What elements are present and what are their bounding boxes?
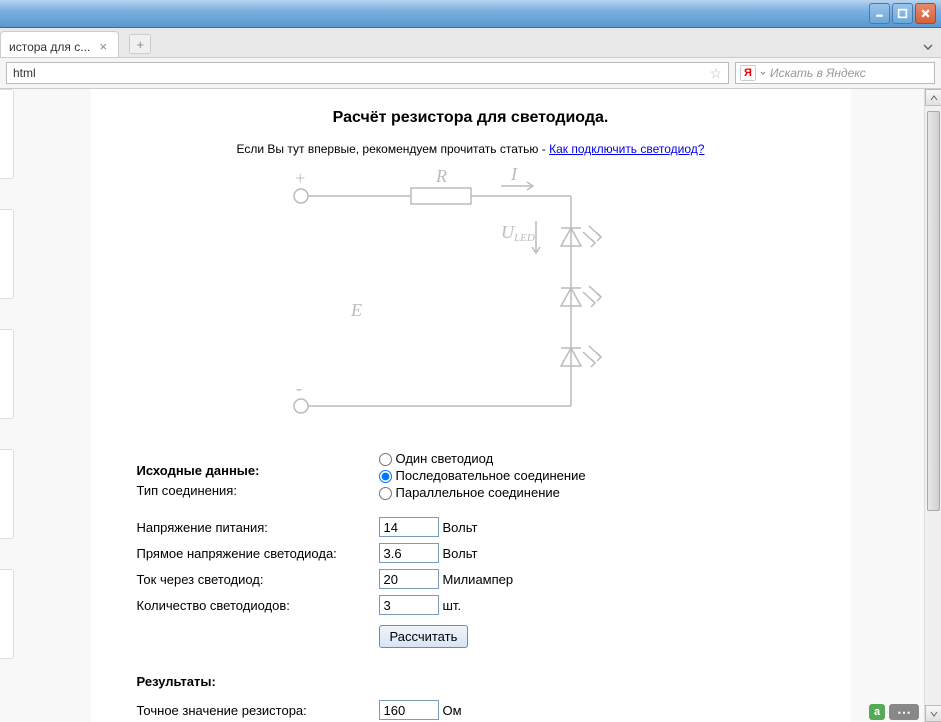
sidebar-stubs	[0, 89, 14, 722]
url-text: html	[13, 66, 709, 80]
yandex-icon: Я	[740, 65, 756, 81]
page-content: Расчёт резистора для светодиода. Если Вы…	[91, 89, 851, 722]
forward-voltage-unit: Вольт	[443, 546, 478, 561]
scroll-up-icon[interactable]	[925, 89, 941, 106]
url-input[interactable]: html ☆	[6, 62, 729, 84]
window-titlebar	[0, 0, 941, 28]
supply-voltage-unit: Вольт	[443, 520, 478, 535]
browser-tab[interactable]: истора для с... ×	[0, 31, 119, 57]
svg-text:E: E	[350, 300, 362, 320]
calculate-button[interactable]: Рассчитать	[379, 625, 469, 648]
scroll-down-icon[interactable]	[925, 705, 941, 722]
count-unit: шт.	[443, 598, 462, 613]
current-unit: Милиампер	[443, 572, 514, 587]
radio-series[interactable]: Последовательное соединение	[379, 467, 805, 484]
vertical-scrollbar[interactable]	[924, 89, 941, 722]
count-input[interactable]	[379, 595, 439, 615]
forward-voltage-input[interactable]	[379, 543, 439, 563]
window-controls	[869, 3, 936, 24]
forward-voltage-label: Прямое напряжение светодиода:	[133, 541, 373, 565]
page-title: Расчёт резистора для светодиода.	[131, 109, 811, 127]
intro-text: Если Вы тут впервые, рекомендуем прочита…	[131, 142, 811, 156]
tab-title: истора для с...	[9, 40, 90, 54]
radio-parallel[interactable]: Параллельное соединение	[379, 484, 805, 501]
intro-link[interactable]: Как подключить светодиод?	[549, 142, 704, 156]
form-table: Исходные данные: Тип соединения: Один св…	[131, 446, 811, 722]
svg-text:-: -	[296, 378, 302, 398]
content-area: Расчёт резистора для светодиода. Если Вы…	[0, 89, 941, 722]
exact-r-label: Точное значение резистора:	[133, 698, 373, 722]
current-label: Ток через светодиод:	[133, 567, 373, 591]
svg-text:R: R	[435, 166, 447, 186]
section-results-title: Результаты:	[137, 674, 369, 689]
search-dropdown-icon[interactable]	[760, 68, 766, 78]
count-label: Количество светодиодов:	[133, 593, 373, 617]
exact-r-output[interactable]	[379, 700, 439, 720]
supply-voltage-input[interactable]	[379, 517, 439, 537]
bookmark-star-icon[interactable]: ☆	[709, 65, 722, 82]
statusbar: a ⋯	[865, 702, 923, 722]
connection-radio-group: Один светодиод Последовательное соединен…	[379, 450, 805, 501]
connection-type-label: Тип соединения:	[137, 483, 237, 498]
radio-single[interactable]: Один светодиод	[379, 450, 805, 467]
browser-chrome: истора для с... × + html ☆ Я Искать в Ян…	[0, 28, 941, 89]
svg-text:I: I	[510, 166, 518, 184]
close-button[interactable]	[915, 3, 936, 24]
address-bar: html ☆ Я Искать в Яндекс	[0, 58, 941, 88]
search-placeholder: Искать в Яндекс	[770, 66, 866, 80]
scroll-thumb[interactable]	[927, 111, 940, 511]
circuit-diagram: + - R I E ULED	[251, 166, 691, 426]
tab-bar: истора для с... × +	[0, 28, 941, 58]
status-icon-green[interactable]: a	[869, 704, 885, 720]
maximize-button[interactable]	[892, 3, 913, 24]
exact-r-unit: Ом	[443, 703, 462, 718]
minimize-button[interactable]	[869, 3, 890, 24]
section-inputs-title: Исходные данные:	[137, 463, 369, 478]
current-input[interactable]	[379, 569, 439, 589]
svg-text:+: +	[294, 168, 306, 188]
status-icon-gray[interactable]: ⋯	[889, 704, 919, 720]
tabs-dropdown-icon[interactable]	[923, 38, 933, 53]
search-input[interactable]: Я Искать в Яндекс	[735, 62, 935, 84]
tab-close-icon[interactable]: ×	[96, 40, 110, 54]
new-tab-button[interactable]: +	[129, 34, 151, 54]
supply-voltage-label: Напряжение питания:	[133, 515, 373, 539]
svg-text:ULED: ULED	[501, 222, 535, 244]
